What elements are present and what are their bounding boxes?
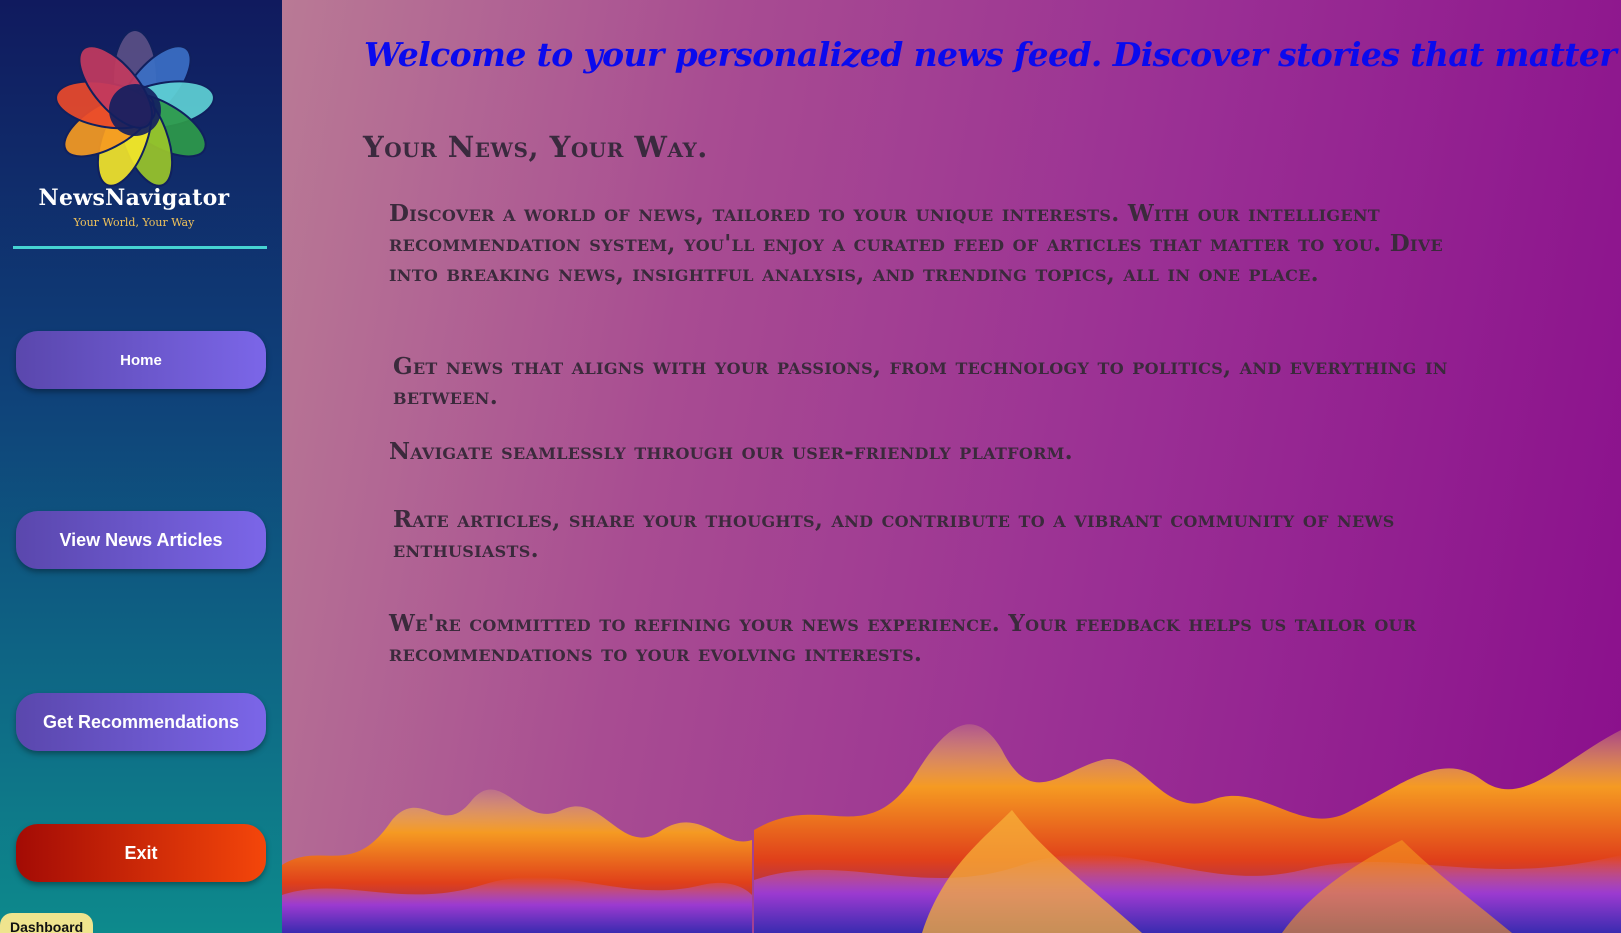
community-paragraph: Rate articles, share your thoughts, and … <box>393 506 1395 563</box>
feedback-paragraph: We're committed to refining your news ex… <box>389 610 1417 667</box>
exit-button[interactable]: Exit <box>16 824 266 882</box>
get-recommendations-button[interactable]: Get Recommendations <box>16 693 266 751</box>
view-news-articles-button[interactable]: View News Articles <box>16 511 266 569</box>
brand-name: NewsNavigator <box>38 185 230 211</box>
sidebar: NewsNavigator Your World, Your Way Home … <box>0 0 282 933</box>
navigate-paragraph: Navigate seamlessly through our user-fri… <box>389 438 1073 465</box>
brand-tagline: Your World, Your Way <box>73 216 195 229</box>
main-content: Welcome to your personalized news feed. … <box>282 0 1621 933</box>
sidebar-divider <box>13 246 267 249</box>
intro-paragraph: Discover a world of news, tailored to yo… <box>389 200 1443 287</box>
flames-image <box>282 724 1621 933</box>
flower-wheel-logo-icon <box>55 29 215 187</box>
welcome-banner: Welcome to your personalized news feed. … <box>364 35 1621 74</box>
home-button[interactable]: Home <box>16 331 266 389</box>
dashboard-tab[interactable]: Dashboard <box>0 913 94 933</box>
page-headline: Your News, Your Way. <box>363 130 708 164</box>
app-window: NewsNavigator Your World, Your Way Home … <box>0 0 1621 933</box>
passions-paragraph: Get news that aligns with your passions,… <box>393 353 1448 410</box>
